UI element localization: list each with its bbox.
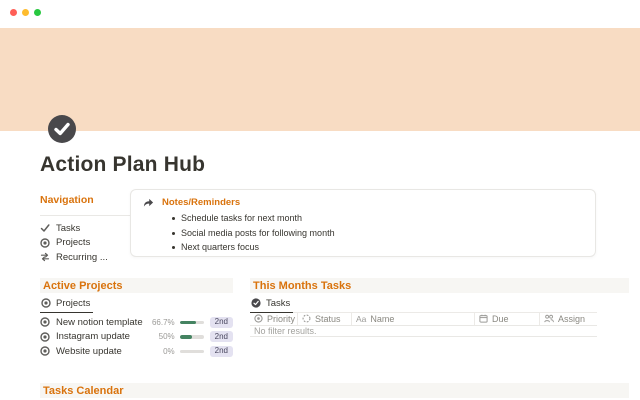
tasks-table: Priority Status Aa Name Due Assign No fi…	[250, 312, 597, 337]
calendar-icon	[479, 314, 488, 323]
checkmark-icon	[40, 224, 50, 232]
tab-projects[interactable]: Projects	[40, 297, 94, 313]
column-header-status[interactable]: Status	[298, 313, 352, 325]
recurring-arrows-icon	[40, 253, 50, 262]
target-icon	[40, 346, 50, 356]
project-name: Website update	[56, 345, 122, 357]
column-header-name[interactable]: Aa Name	[352, 313, 475, 325]
target-icon	[41, 298, 51, 308]
tab-label: Projects	[56, 297, 91, 309]
notes-reminders-callout: Notes/Reminders Schedule tasks for next …	[130, 189, 596, 257]
project-row[interactable]: Instagram update 50% 2nd	[40, 330, 233, 345]
callout-bullet: Schedule tasks for next month	[143, 211, 583, 226]
tab-tasks[interactable]: Tasks	[250, 297, 294, 313]
status-icon	[302, 314, 311, 323]
nav-link-projects[interactable]: Projects	[40, 236, 130, 251]
target-icon	[40, 317, 50, 327]
project-row[interactable]: Website update 0% 2nd	[40, 344, 233, 359]
project-percent: 0%	[163, 346, 175, 356]
nav-link-label: Recurring ...	[56, 251, 108, 263]
column-header-priority[interactable]: Priority	[250, 313, 298, 325]
project-badge: 2nd	[209, 331, 233, 343]
nav-link-recurring[interactable]: Recurring ...	[40, 250, 130, 265]
navigation-section: Navigation Tasks Projects Recurring ...	[40, 194, 130, 265]
nav-link-tasks[interactable]: Tasks	[40, 221, 130, 236]
column-header-due[interactable]: Due	[475, 313, 540, 325]
page-check-circle-icon[interactable]	[47, 114, 77, 144]
page-cover-image	[0, 28, 640, 131]
progress-bar	[179, 320, 204, 324]
active-projects-heading: Active Projects	[40, 278, 233, 293]
project-name: Instagram update	[56, 331, 130, 343]
project-row[interactable]: New notion template 66.7% 2nd	[40, 315, 233, 330]
monthly-tasks-heading: This Months Tasks	[250, 278, 629, 293]
priority-icon	[254, 314, 263, 323]
target-icon	[40, 238, 50, 248]
callout-bullet-list: Schedule tasks for next month Social med…	[143, 211, 583, 255]
project-percent: 50%	[158, 332, 175, 342]
window-titlebar	[0, 0, 640, 28]
no-filter-results-message: No filter results.	[250, 326, 597, 337]
progress-bar	[179, 335, 204, 339]
project-percent: 66.7%	[151, 317, 175, 327]
page-title: Action Plan Hub	[40, 153, 206, 176]
project-badge: 2nd	[209, 316, 233, 328]
progress-bar	[179, 349, 204, 353]
window-minimize-button[interactable]	[22, 9, 29, 16]
navigation-heading: Navigation	[40, 194, 130, 216]
forward-arrow-icon	[143, 198, 154, 207]
nav-link-label: Tasks	[56, 222, 81, 234]
notion-app-window: Action Plan Hub Navigation Tasks Project…	[0, 0, 640, 400]
window-zoom-button[interactable]	[34, 9, 41, 16]
window-close-button[interactable]	[10, 9, 17, 16]
nav-link-label: Projects	[56, 237, 91, 249]
tasks-calendar-heading: Tasks Calendar	[40, 383, 629, 398]
text-icon: Aa	[356, 313, 367, 324]
monthly-tasks-section: Tasks Priority Status Aa Name Due Assign…	[250, 295, 629, 337]
active-projects-section: Projects New notion template 66.7% 2nd I…	[40, 295, 233, 359]
assign-people-icon	[544, 315, 554, 323]
column-header-assign[interactable]: Assign	[540, 313, 597, 325]
callout-title: Notes/Reminders	[162, 197, 241, 208]
check-circle-icon	[251, 298, 261, 308]
callout-bullet: Next quarters focus	[143, 240, 583, 255]
target-icon	[40, 332, 50, 342]
tab-label: Tasks	[266, 297, 291, 309]
project-badge: 2nd	[209, 345, 233, 357]
callout-bullet: Social media posts for following month	[143, 226, 583, 241]
project-name: New notion template	[56, 316, 143, 328]
